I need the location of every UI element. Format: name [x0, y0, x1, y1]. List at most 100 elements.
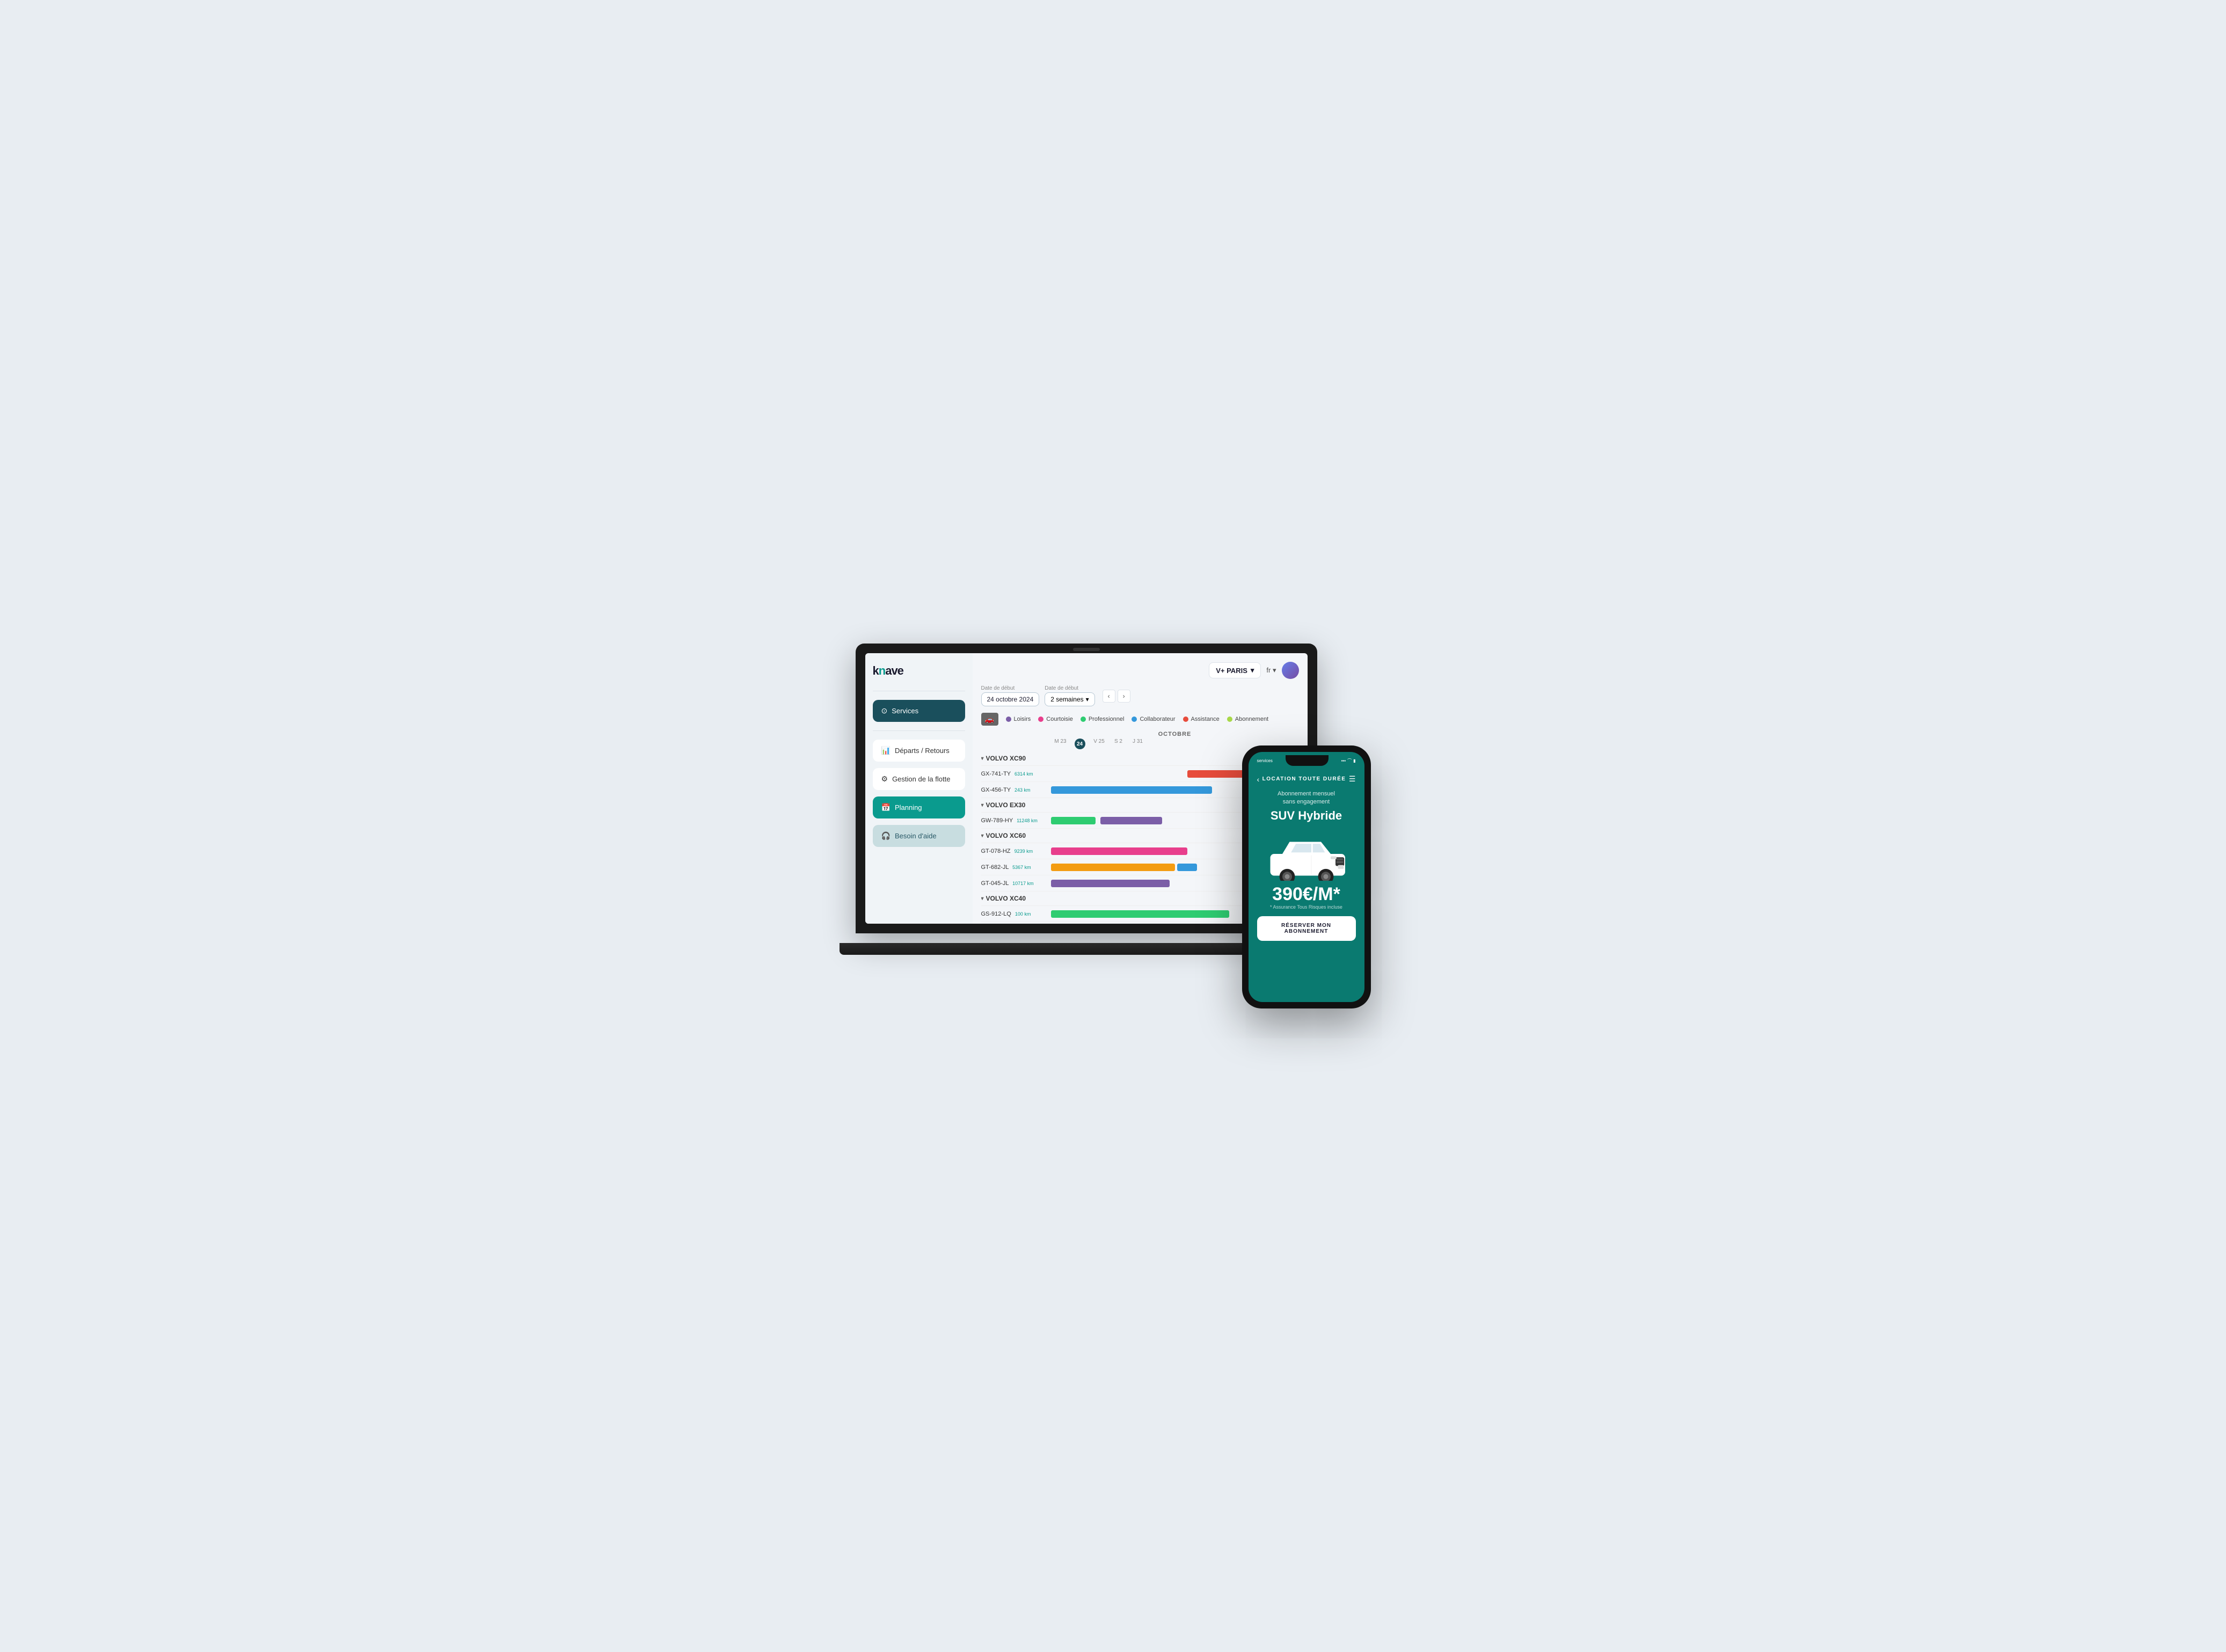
- phone: services ▪▪▪ ⌒ ▮ ‹ LOCATION TOUTE DURÉE …: [1242, 745, 1371, 1008]
- help-icon: 🎧: [881, 831, 891, 840]
- phone-car-image: [1258, 827, 1355, 881]
- planning-label: Planning: [895, 803, 922, 812]
- date-end-label: Date de début: [1045, 685, 1094, 691]
- legend-professionnel: Professionnel: [1081, 716, 1125, 722]
- sidebar-divider-2: [873, 730, 965, 731]
- date-start-value: 24 octobre 2024: [987, 696, 1034, 703]
- phone-nav-bar: ‹ LOCATION TOUTE DURÉE ☰: [1249, 770, 1364, 786]
- chevron-down-icon-3: ▾: [1086, 696, 1089, 703]
- departures-button[interactable]: 📊 Départs / Retours: [873, 740, 965, 762]
- logo: knave: [873, 664, 965, 678]
- calendar-icon: 📅: [881, 803, 891, 812]
- departures-label: Départs / Retours: [895, 747, 950, 755]
- phone-price: 390€/M*: [1272, 885, 1340, 903]
- assistance-label: Assistance: [1191, 716, 1220, 722]
- courtoisie-label: Courtoisie: [1046, 716, 1073, 722]
- bar-gt682-2: [1177, 864, 1197, 871]
- date-start-input[interactable]: 24 octobre 2024: [981, 692, 1040, 706]
- group-xc60-chevron: ▾: [981, 833, 984, 839]
- phone-back-button[interactable]: ‹: [1257, 775, 1260, 784]
- prev-arrow[interactable]: ‹: [1103, 690, 1115, 703]
- scene: knave ⊙ Services 📊 Départs / Retours ⚙: [856, 644, 1371, 1008]
- day-labels: M 23 24 V 25 S 2 J 31: [1051, 739, 1148, 749]
- group-xc90-label: VOLVO XC90: [986, 755, 1026, 762]
- row-gt045-label: GT-045-JL 10717 km: [981, 880, 1051, 887]
- assistance-dot: [1183, 717, 1188, 722]
- lang-select[interactable]: fr ▾: [1266, 666, 1276, 675]
- sidebar: knave ⊙ Services 📊 Départs / Retours ⚙: [865, 653, 973, 924]
- row-gs912-label: GS-912-LQ 100 km: [981, 911, 1051, 917]
- phone-menu-button[interactable]: ☰: [1349, 774, 1356, 784]
- laptop-screen: knave ⊙ Services 📊 Départs / Retours ⚙: [865, 653, 1308, 924]
- bar-gt078-1: [1051, 847, 1187, 855]
- bar-gt682-1: [1051, 864, 1175, 871]
- laptop-notch: [1073, 648, 1100, 651]
- user-avatar[interactable]: [1282, 662, 1299, 679]
- battery-icon: ▮: [1353, 758, 1355, 763]
- phone-screen: services ▪▪▪ ⌒ ▮ ‹ LOCATION TOUTE DURÉE …: [1249, 752, 1364, 1002]
- next-arrow[interactable]: ›: [1118, 690, 1130, 703]
- group-xc90-chevron: ▾: [981, 756, 984, 762]
- car-svg: [1258, 827, 1355, 881]
- phone-subtitle-line1: Abonnement mensuel: [1278, 791, 1335, 797]
- group-xc40-chevron: ▾: [981, 896, 984, 902]
- row-gt682-label: GT-682-JL 5367 km: [981, 864, 1051, 871]
- phone-cta-button[interactable]: RÉSERVER MON ABONNEMENT: [1257, 916, 1356, 941]
- professionnel-label: Professionnel: [1089, 716, 1125, 722]
- row-gt078-label: GT-078-HZ 9239 km: [981, 848, 1051, 854]
- services-label: Services: [892, 707, 918, 715]
- group-ex30-chevron: ▾: [981, 802, 984, 808]
- chevron-down-icon: ▾: [1251, 666, 1254, 675]
- row-gx741-label: GX-741-TY 6314 km: [981, 771, 1051, 777]
- group-ex30-label: VOLVO EX30: [986, 801, 1026, 809]
- legend-assistance: Assistance: [1183, 716, 1220, 722]
- legend-courtoisie: Courtoisie: [1038, 716, 1073, 722]
- day-s2: S 2: [1109, 739, 1128, 749]
- services-button[interactable]: ⊙ Services: [873, 700, 965, 722]
- day-today: 24: [1070, 739, 1090, 749]
- bar-gw789-1: [1051, 817, 1096, 824]
- duration-select[interactable]: 2 semaines ▾: [1045, 692, 1094, 706]
- abonnement-label: Abonnement: [1235, 716, 1268, 722]
- legend-row: 🚗 Loisirs Courtoisie Professionnel: [981, 713, 1299, 726]
- chevron-down-icon-2: ▾: [1273, 666, 1276, 674]
- circle-arrow-icon: ⊙: [881, 706, 888, 715]
- phone-price-note: * Assurance Tous Risques incluse: [1270, 904, 1342, 910]
- legend-abonnement: Abonnement: [1227, 716, 1268, 722]
- collaborateur-label: Collaborateur: [1140, 716, 1175, 722]
- fleet-button[interactable]: ⚙ Gestion de la flotte: [873, 768, 965, 790]
- help-button[interactable]: 🎧 Besoin d'aide: [873, 825, 965, 847]
- loisirs-label: Loisirs: [1014, 716, 1031, 722]
- abonnement-dot: [1227, 717, 1232, 722]
- courtoisie-dot: [1038, 717, 1043, 722]
- planning-button[interactable]: 📅 Planning: [873, 796, 965, 818]
- bar-gs912-1: [1051, 910, 1230, 918]
- loisirs-dot: [1006, 717, 1011, 722]
- nav-arrows: ‹ ›: [1103, 690, 1130, 703]
- lang-label: fr: [1266, 666, 1271, 674]
- location-select[interactable]: V+ PARIS ▾: [1209, 662, 1261, 678]
- fleet-label: Gestion de la flotte: [892, 775, 950, 783]
- help-label: Besoin d'aide: [895, 832, 937, 840]
- wifi-icon: ⌒: [1347, 758, 1352, 764]
- duration-value: 2 semaines: [1050, 696, 1083, 703]
- car-icon-box: 🚗: [981, 713, 998, 726]
- phone-content: Abonnement mensuel sans engagement SUV H…: [1249, 786, 1364, 1002]
- legend-loisirs: Loisirs: [1006, 716, 1031, 722]
- phone-app-name: services: [1257, 758, 1273, 763]
- bar-gx456-1: [1051, 786, 1212, 794]
- header-row: V+ PARIS ▾ fr ▾: [981, 662, 1299, 679]
- professionnel-dot: [1081, 717, 1086, 722]
- chart-icon: 📊: [881, 746, 891, 755]
- legend-collaborateur: Collaborateur: [1132, 716, 1175, 722]
- group-xc40-label: VOLVO XC40: [986, 895, 1026, 902]
- row-gw789-label: GW-789-HY 11248 km: [981, 817, 1051, 824]
- day-j31: J 31: [1128, 739, 1148, 749]
- phone-notch: [1286, 755, 1329, 766]
- month-label: OCTOBRE: [1051, 731, 1299, 737]
- row-gx456-label: GX-456-TY 243 km: [981, 787, 1051, 793]
- date-end-group: Date de début 2 semaines ▾: [1045, 685, 1094, 706]
- date-start-group: Date de début 24 octobre 2024: [981, 685, 1040, 706]
- phone-subtitle-line2: sans engagement: [1283, 799, 1330, 805]
- collaborateur-dot: [1132, 717, 1137, 722]
